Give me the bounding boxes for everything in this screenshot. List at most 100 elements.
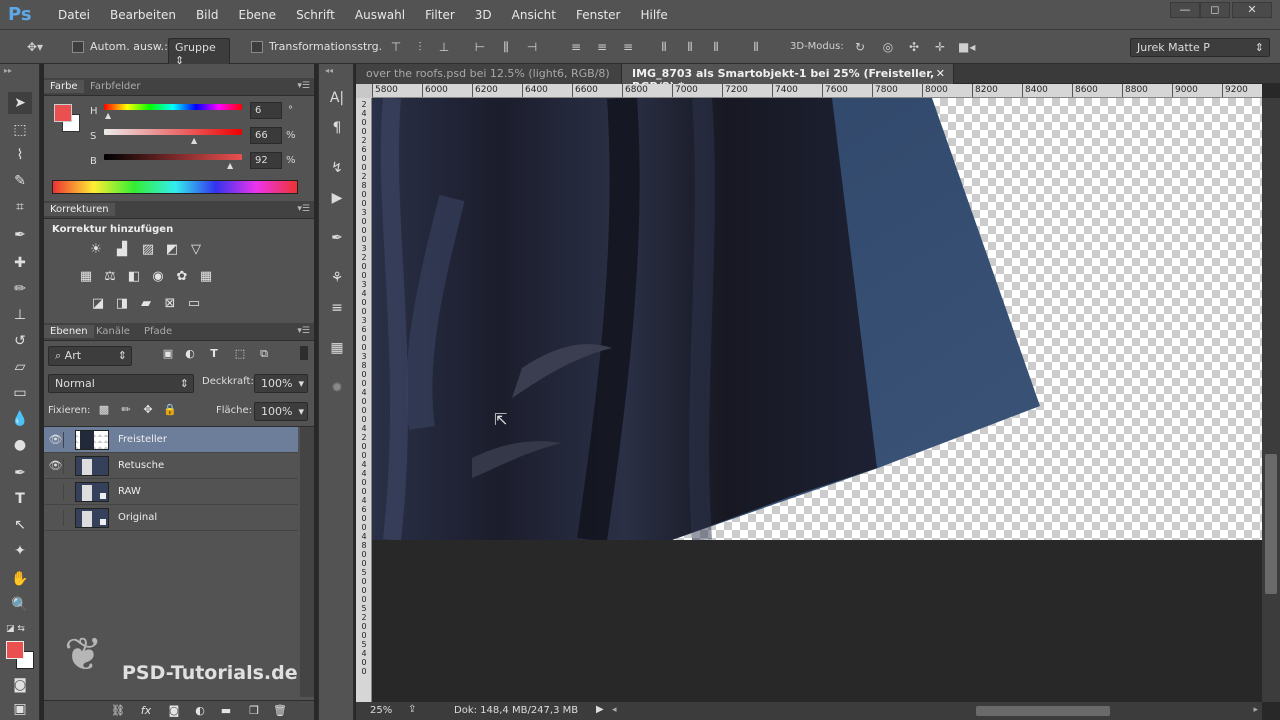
lasso-tool-icon[interactable]: ⌇ [8, 144, 32, 166]
blend-mode-dropdown[interactable]: Normal ⇕ [48, 374, 194, 393]
brightness-contrast-icon[interactable]: ☀ [86, 241, 106, 259]
levels-icon[interactable]: ▟ [112, 241, 132, 259]
tab-farbfelder[interactable]: Farbfelder [84, 80, 146, 93]
distribute-top-icon[interactable]: ≡ [568, 40, 584, 54]
quick-select-tool-icon[interactable]: ✎ [8, 170, 32, 192]
horizontal-scrollbar[interactable]: ◂ ▸ [612, 702, 1262, 720]
visibility-toggle-empty[interactable] [48, 510, 64, 526]
minimize-button[interactable]: — [1170, 2, 1200, 18]
filter-toggle-switch[interactable] [300, 346, 308, 360]
tool-presets-icon[interactable]: ≡ [327, 298, 347, 318]
threshold-icon[interactable]: ▰ [136, 295, 156, 313]
delete-layer-icon[interactable]: 🗑 [270, 702, 290, 720]
filter-adjustment-icon[interactable]: ◐ [180, 345, 200, 363]
hue-saturation-icon[interactable]: ▦ [76, 268, 96, 286]
filter-shape-icon[interactable]: ⬚ [230, 345, 250, 363]
lock-pixels-icon[interactable]: ✏ [116, 401, 136, 419]
panel-menu-icon[interactable]: ▾☰ [297, 204, 310, 214]
close-tab-icon[interactable]: ✕ [936, 67, 945, 80]
menu-bearbeiten[interactable]: Bearbeiten [100, 8, 186, 22]
document-canvas[interactable]: ⇱ [372, 98, 1262, 540]
new-layer-icon[interactable]: ❐ [244, 702, 264, 720]
layer-name[interactable]: RAW [118, 486, 141, 497]
new-adjustment-icon[interactable]: ◐ [190, 702, 210, 720]
align-hcenter-icon[interactable]: ⫼ [498, 40, 514, 54]
horizontal-scroll-thumb[interactable] [976, 706, 1110, 716]
blur-tool-icon[interactable]: 💧 [8, 408, 32, 430]
paragraph-panel-icon[interactable]: ¶ [327, 118, 347, 138]
menu-ansicht[interactable]: Ansicht [502, 8, 566, 22]
ruler-origin[interactable] [356, 84, 372, 98]
lock-transparency-icon[interactable]: ▩ [94, 401, 114, 419]
tab-korrekturen[interactable]: Korrekturen [44, 203, 115, 216]
align-top-icon[interactable]: ⊤ [388, 40, 404, 54]
gradient-map-icon[interactable]: ▭ [184, 295, 204, 313]
menu-ebene[interactable]: Ebene [228, 8, 286, 22]
filter-type-icon[interactable]: T [204, 345, 224, 363]
menu-datei[interactable]: Datei [48, 8, 100, 22]
menu-schrift[interactable]: Schrift [286, 8, 345, 22]
crop-tool-icon[interactable]: ⌗ [8, 196, 32, 218]
screen-mode-icon[interactable]: ▣ [8, 698, 32, 720]
align-right-icon[interactable]: ⊣ [524, 40, 540, 54]
auto-select-checkbox[interactable] [72, 41, 84, 53]
vertical-scrollbar[interactable] [1262, 98, 1280, 702]
dodge-tool-icon[interactable]: ● [8, 434, 32, 456]
tab-img-8703[interactable]: IMG_8703 als Smartobjekt-1 bei 25% (Frei… [622, 64, 954, 93]
hand-tool-icon[interactable]: ✋ [8, 568, 32, 590]
fill-input[interactable]: 100% ▾ [254, 402, 308, 421]
saturation-slider[interactable] [104, 129, 242, 135]
layer-name[interactable]: Retusche [118, 460, 164, 471]
properties-panel-icon[interactable]: ▦ [327, 338, 347, 358]
color-spectrum-bar[interactable] [52, 180, 298, 194]
color-balance-icon[interactable]: ⚖ [100, 268, 120, 286]
3d-pan-icon[interactable]: ✣ [906, 40, 922, 54]
exposure-icon[interactable]: ◩ [162, 241, 182, 259]
eraser-tool-icon[interactable]: ▱ [8, 356, 32, 378]
clone-stamp-tool-icon[interactable]: ⊥ [8, 304, 32, 326]
status-menu-icon[interactable]: ▶ [596, 704, 604, 715]
scroll-left-icon[interactable]: ◂ [612, 705, 617, 715]
align-left-icon[interactable]: ⊢ [472, 40, 488, 54]
brightness-slider-thumb-icon[interactable]: ▲ [227, 161, 233, 170]
posterize-icon[interactable]: ◨ [112, 295, 132, 313]
lock-position-icon[interactable]: ✥ [138, 401, 158, 419]
zoom-level[interactable]: 25% [370, 705, 392, 716]
distribute-right-icon[interactable]: ⦀ [708, 40, 724, 54]
default-colors-icon[interactable]: ◪ ⇆ [6, 624, 25, 634]
vibrance-icon[interactable]: ▽ [186, 241, 206, 259]
workspace-dropdown[interactable]: Jurek Matte P ⇕ [1130, 38, 1270, 57]
color-lookup-icon[interactable]: ▦ [196, 268, 216, 286]
move-tool-icon[interactable]: ➤ [8, 92, 32, 114]
tab-pfade[interactable]: Pfade [138, 325, 178, 338]
hue-input[interactable]: 6 [250, 102, 282, 119]
lights-panel-icon[interactable]: ✹ [327, 378, 347, 398]
visibility-toggle-empty[interactable] [48, 484, 64, 500]
brightness-input[interactable]: 92 [250, 152, 282, 169]
character-panel-icon[interactable]: A| [327, 88, 347, 108]
invert-icon[interactable]: ◪ [88, 295, 108, 313]
healing-brush-tool-icon[interactable]: ✚ [8, 252, 32, 274]
color-fg-swatch[interactable] [54, 104, 72, 122]
filter-smartobject-icon[interactable]: ⧉ [254, 345, 274, 363]
collapse-icon[interactable]: ▸▸ [4, 66, 12, 75]
3d-rotate-icon[interactable]: ↻ [852, 40, 868, 54]
expand-panels-icon[interactable]: ◂◂ [325, 66, 333, 75]
menu-bild[interactable]: Bild [186, 8, 229, 22]
menu-3d[interactable]: 3D [465, 8, 502, 22]
tab-ebenen[interactable]: Ebenen [44, 325, 94, 338]
link-layers-icon[interactable]: ⛓ [108, 702, 128, 720]
selective-color-icon[interactable]: ⊠ [160, 295, 180, 313]
layer-name[interactable]: Freisteller [118, 434, 167, 445]
type-tool-icon[interactable]: T [8, 488, 32, 510]
align-vcenter-icon[interactable]: ⫶ [412, 40, 428, 54]
layer-row[interactable]: RAW [44, 479, 298, 505]
distribute-left-icon[interactable]: ⦀ [656, 40, 672, 54]
3d-scale-icon[interactable]: ■◂ [958, 40, 975, 54]
photo-filter-icon[interactable]: ◉ [148, 268, 168, 286]
layer-row[interactable]: Original [44, 505, 298, 531]
history-panel-icon[interactable]: ↯ [327, 158, 347, 178]
channel-mixer-icon[interactable]: ✿ [172, 268, 192, 286]
curves-icon[interactable]: ▨ [138, 241, 158, 259]
hue-slider-thumb-icon[interactable]: ▲ [105, 111, 111, 120]
